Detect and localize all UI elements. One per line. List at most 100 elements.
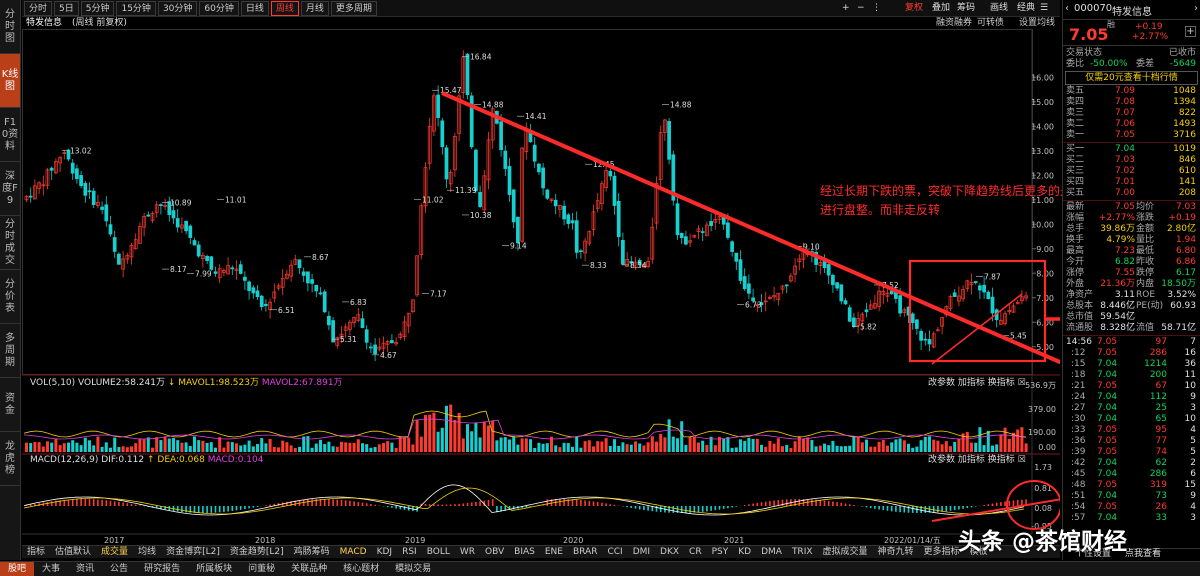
- kline-chart[interactable]: 16.0015.0014.0013.0012.0011.0010.009.008…: [22, 29, 1060, 545]
- indicator-tab-0[interactable]: 指标: [22, 546, 50, 558]
- toolbar-right-3[interactable]: 复权: [905, 1, 923, 16]
- indicator-tab-16[interactable]: CCI: [602, 546, 627, 558]
- indicator-tab-18[interactable]: DKX: [655, 546, 684, 558]
- period-tab-8[interactable]: 月线: [300, 1, 329, 16]
- macd-title: MACD(12,26,9): [30, 455, 99, 465]
- indicator-tab-4[interactable]: 资金博弈[L2]: [161, 546, 225, 558]
- order-ratio: 委比 -50.00% 委差 -5649: [1066, 59, 1196, 69]
- price-label: 14.88: [670, 101, 692, 110]
- indicator-tab-22[interactable]: DMA: [756, 546, 787, 558]
- toolbar-right-8[interactable]: ☰: [1040, 1, 1048, 16]
- period-tab-7[interactable]: 周线: [270, 1, 299, 16]
- indicator-tab-3[interactable]: 均线: [133, 546, 161, 558]
- toolbar-right-1[interactable]: −: [857, 1, 865, 16]
- price-change: +0.19: [1135, 22, 1163, 32]
- indicator-tab-21[interactable]: KD: [733, 546, 756, 558]
- indicator-tab-23[interactable]: TRIX: [787, 546, 818, 558]
- tick-row: :33 7.05 95 4: [1071, 425, 1196, 435]
- bottom-tab-6[interactable]: 问董秘: [240, 562, 283, 576]
- bottom-tab-5[interactable]: 所属板块: [188, 562, 240, 576]
- indicator-tab-15[interactable]: BRAR: [568, 546, 602, 558]
- toolbar-right-6[interactable]: 画线: [990, 1, 1008, 16]
- toolbar-right-4[interactable]: 叠加: [932, 1, 950, 16]
- indicator-tab-14[interactable]: ENE: [540, 546, 568, 558]
- indicator-tabs: 指标 估值默认 成交量 均线 资金博弈[L2] 资金趋势[L2] 鸡肠筹码 MACD KDJ RS…: [22, 545, 1060, 558]
- sidebar-item-2[interactable]: F10资料: [0, 108, 20, 162]
- macd-y-tick: 1.73: [1034, 463, 1052, 472]
- quote-panel: ‹ 000070 特发信息 › 融 7.05 +0.19 +2.77% + 交易…: [1062, 0, 1200, 560]
- indicator-tab-2[interactable]: 成交量: [96, 546, 133, 558]
- macd-add-indicator[interactable]: 加指标: [958, 455, 985, 465]
- vol-add-indicator[interactable]: 加指标: [958, 378, 985, 388]
- indicator-tab-11[interactable]: WR: [455, 546, 480, 558]
- sidebar-item-0[interactable]: 分时图: [0, 0, 20, 54]
- sidebar-item-1[interactable]: K线图: [0, 54, 20, 108]
- forward-icon[interactable]: ›: [1194, 3, 1198, 14]
- add-icon[interactable]: +: [1185, 26, 1196, 37]
- downtrend-line: [441, 91, 1060, 365]
- macd-switch-indicator[interactable]: 换指标: [988, 455, 1015, 465]
- period-tab-6[interactable]: 日线: [240, 1, 269, 16]
- indicator-tab-24[interactable]: 虚拟成交量: [818, 546, 873, 558]
- bottom-tab-9[interactable]: 模拟交易: [387, 562, 439, 576]
- y-tick: 13.00: [1031, 147, 1054, 156]
- bottom-tab-7[interactable]: 关联品种: [283, 562, 335, 576]
- toolbar-right-7[interactable]: 经典: [1017, 1, 1035, 16]
- toolbar-right-2[interactable]: ⋮: [872, 1, 881, 16]
- indicator-tab-25[interactable]: 神奇九转: [873, 546, 919, 558]
- stock-name: 特发信息: [1112, 7, 1152, 18]
- bottom-tab-3[interactable]: 公告: [102, 562, 136, 576]
- indicator-tab-19[interactable]: CR: [684, 546, 707, 558]
- period-tab-2[interactable]: 5分钟: [80, 1, 115, 16]
- x-tick: 2019: [405, 536, 425, 545]
- sidebar-item-6[interactable]: 多周期: [0, 324, 20, 378]
- indicator-tab-17[interactable]: DMI: [628, 546, 655, 558]
- indicator-tab-7[interactable]: MACD: [335, 546, 372, 558]
- indicator-tab-20[interactable]: PSY: [707, 546, 734, 558]
- bottom-tab-4[interactable]: 研究报告: [136, 562, 188, 576]
- bottom-tab-0[interactable]: 股吧: [0, 562, 35, 576]
- period-tab-4[interactable]: 30分钟: [157, 1, 198, 16]
- period-tab-1[interactable]: 5日: [54, 1, 79, 16]
- bottom-tab-2[interactable]: 资讯: [68, 562, 102, 576]
- indicator-tab-5[interactable]: 资金趋势[L2]: [225, 546, 289, 558]
- tool-margin[interactable]: 融资融券: [936, 17, 972, 29]
- click-to-view[interactable]: 点我查看: [1125, 549, 1161, 560]
- y-tick: 10.00: [1031, 220, 1054, 229]
- indicator-tab-6[interactable]: 鸡肠筹码: [289, 546, 335, 558]
- indicator-tab-9[interactable]: RSI: [397, 546, 422, 558]
- toolbar-right-0[interactable]: +: [842, 1, 850, 16]
- tick-row: :45 7.04 286 6: [1071, 469, 1196, 479]
- sidebar-item-4[interactable]: 分时成交: [0, 216, 20, 270]
- tool-convertible[interactable]: 可转债: [977, 17, 1004, 29]
- promo-button[interactable]: 仅需20元查看十档行情: [1065, 71, 1198, 85]
- vol-value: VOLUME2:58.241万: [78, 378, 165, 388]
- period-tab-9[interactable]: 更多周期: [330, 1, 377, 16]
- sidebar-item-8[interactable]: 龙虎榜: [0, 432, 20, 486]
- sidebar-item-3[interactable]: 深度F9: [0, 162, 20, 216]
- bottom-tab-8[interactable]: 核心题材: [335, 562, 387, 576]
- analysis-annotation: 经过长期下跌的票，突破下降趋势线后更多的是进行盘整。而非走反转: [820, 184, 1073, 217]
- period-tab-3[interactable]: 15分钟: [116, 1, 156, 16]
- indicator-tab-1[interactable]: 估值默认: [50, 546, 96, 558]
- indicator-tab-12[interactable]: OBV: [480, 546, 509, 558]
- period-tab-5[interactable]: 60分钟: [199, 1, 239, 16]
- indicator-tab-10[interactable]: BOLL: [422, 546, 455, 558]
- indicator-tab-13[interactable]: BIAS: [509, 546, 540, 558]
- close-icon[interactable]: ☒: [1018, 455, 1026, 465]
- toolbar-right-5[interactable]: 筹码: [957, 1, 975, 16]
- vol-edit-params[interactable]: 改参数: [928, 378, 955, 388]
- back-icon[interactable]: ‹: [1065, 3, 1069, 14]
- period-tab-0[interactable]: 分时: [24, 1, 53, 16]
- tool-set-ma[interactable]: 设置均线: [1019, 17, 1055, 29]
- sidebar-item-5[interactable]: 分价表: [0, 270, 20, 324]
- vol-y-tick: 190.00: [1028, 428, 1056, 437]
- price-label: 8.17: [170, 265, 187, 274]
- sidebar-item-7[interactable]: 资金: [0, 378, 20, 432]
- bottom-tab-1[interactable]: 大事: [34, 562, 68, 576]
- indicator-tab-8[interactable]: KDJ: [372, 546, 398, 558]
- vol-switch-indicator[interactable]: 换指标: [988, 378, 1015, 388]
- close-icon[interactable]: ☒: [1018, 378, 1026, 388]
- macd-edit-params[interactable]: 改参数: [928, 455, 955, 465]
- y-tick: 12.00: [1031, 171, 1054, 180]
